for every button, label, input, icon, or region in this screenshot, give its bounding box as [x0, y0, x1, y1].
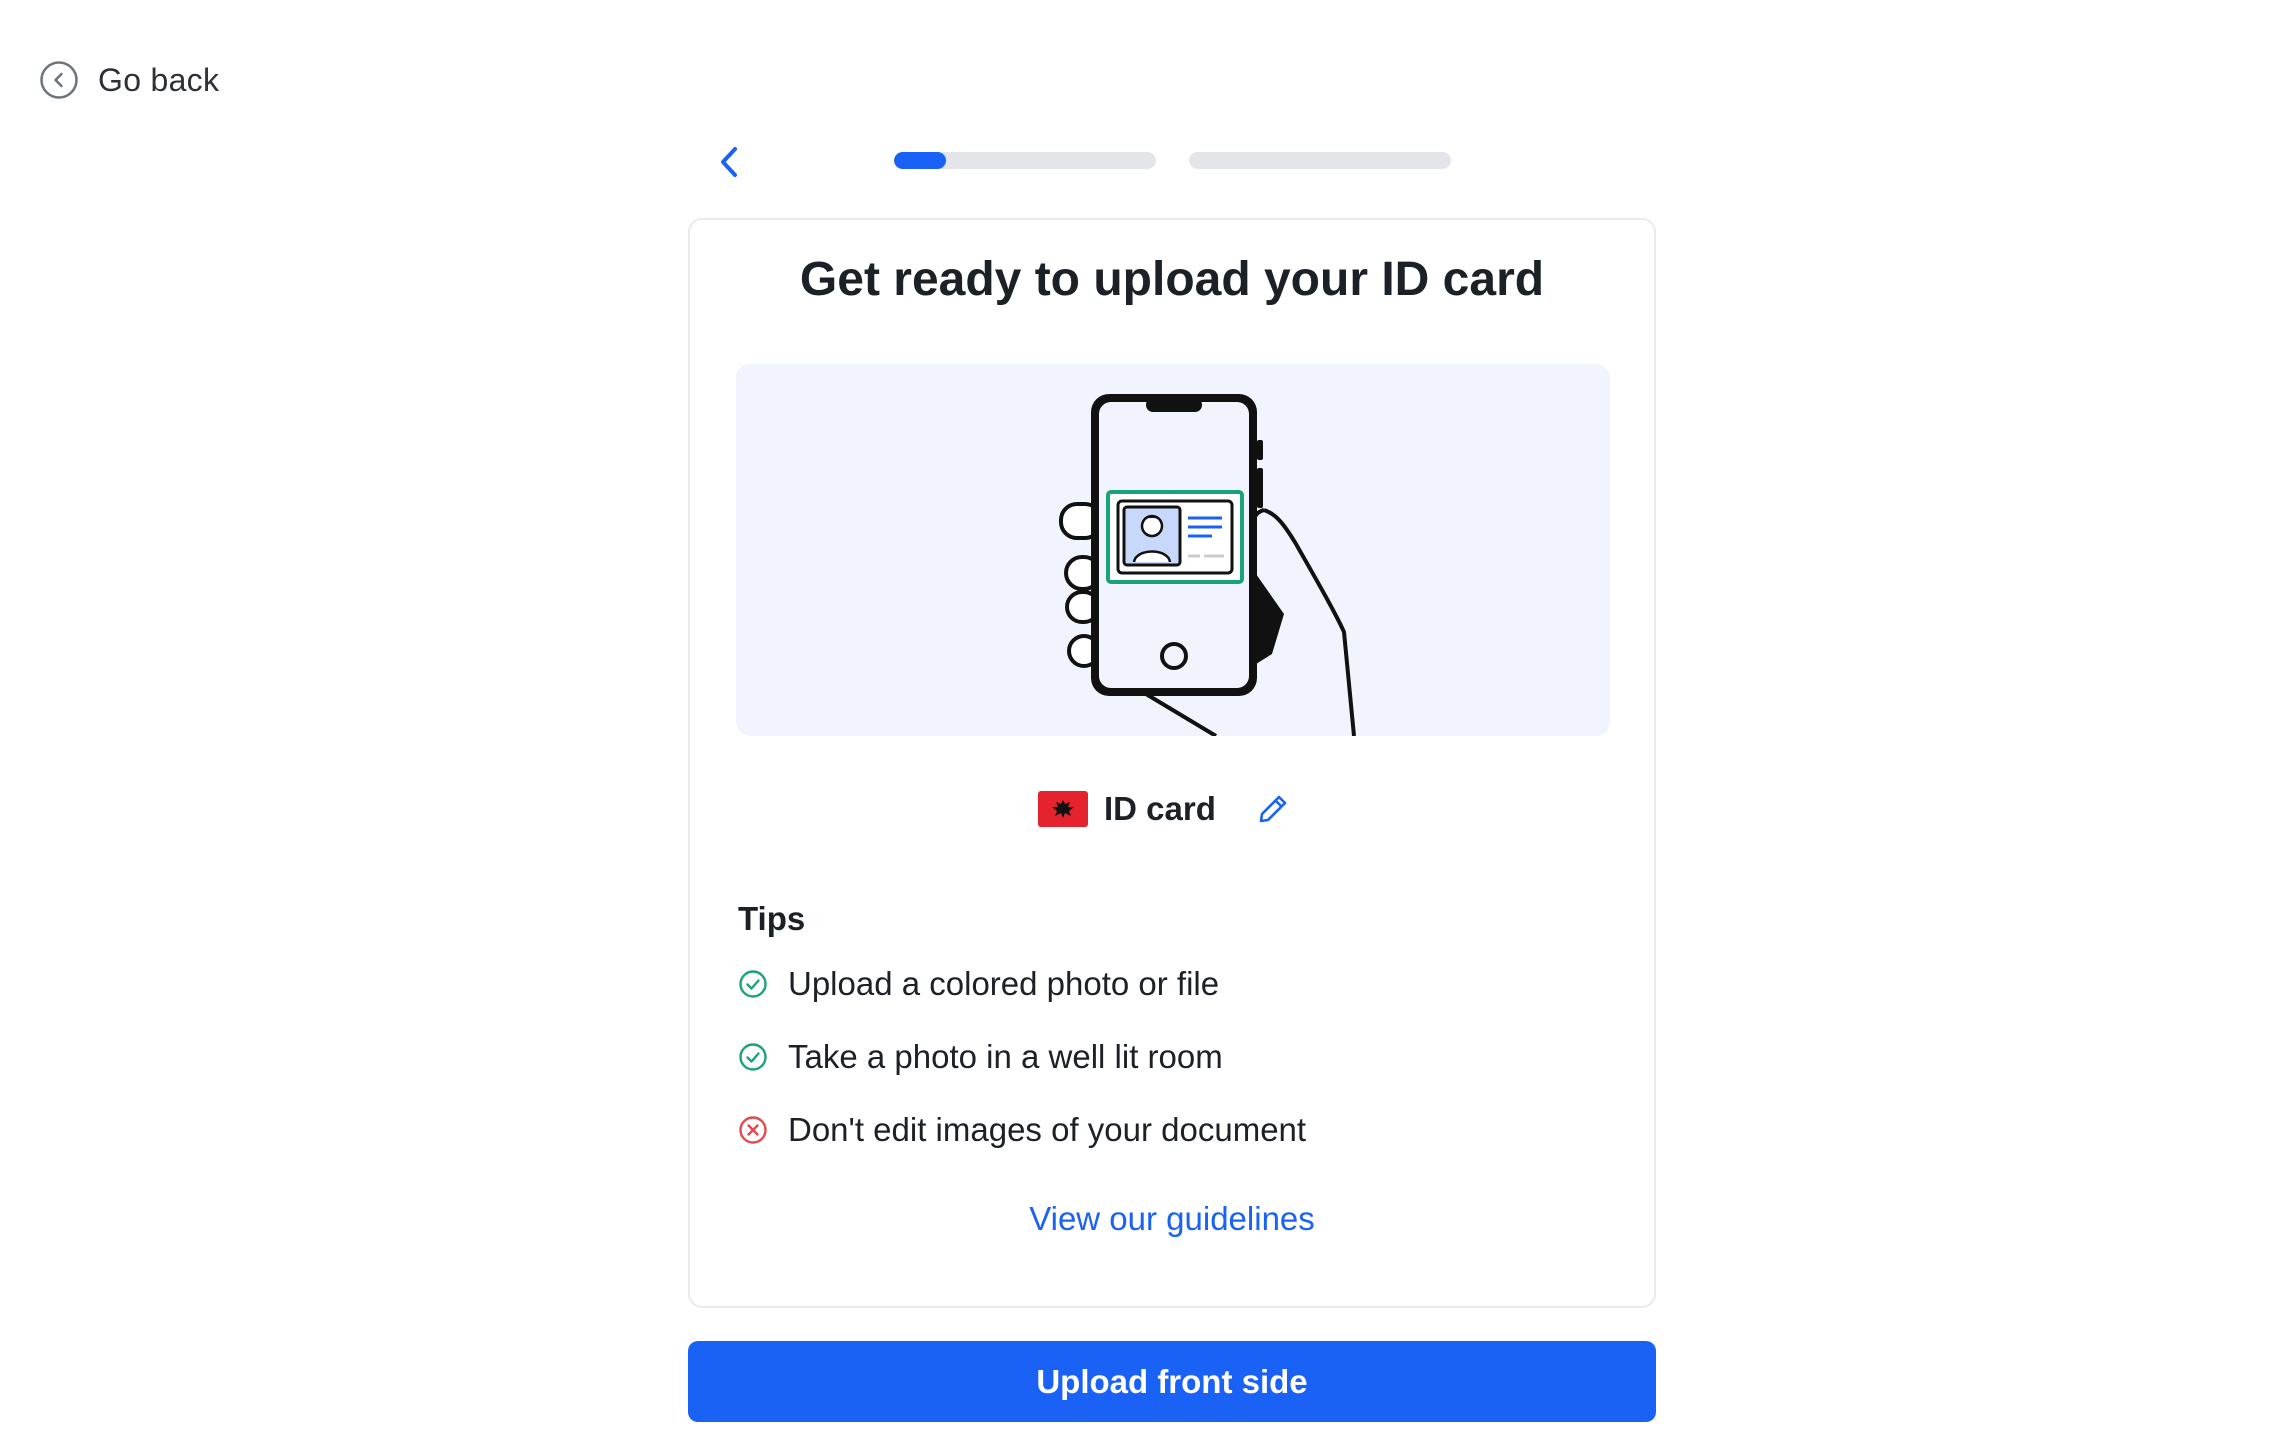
tip-item: Upload a colored photo or file — [738, 962, 1219, 1006]
step-back-button[interactable] — [709, 142, 749, 182]
tip-item: Don't edit images of your document — [738, 1108, 1306, 1152]
edit-document-type-button[interactable] — [1256, 792, 1290, 826]
upload-front-side-button[interactable]: Upload front side — [688, 1341, 1656, 1422]
go-back-button[interactable]: Go back — [40, 58, 219, 102]
phone-scanning-id-icon — [1059, 394, 1356, 736]
document-type-label: ID card — [1104, 790, 1216, 827]
view-guidelines-link[interactable]: View our guidelines — [688, 1200, 1656, 1238]
check-circle-icon — [739, 970, 767, 998]
go-back-label: Go back — [98, 61, 220, 98]
chevron-left-circle-icon — [40, 61, 78, 99]
x-circle-icon — [739, 1116, 767, 1144]
pencil-icon — [1259, 795, 1287, 823]
tip-text: Take a photo in a well lit room — [788, 1038, 1223, 1075]
progress-step-2 — [1189, 152, 1451, 169]
progress-step-1 — [894, 152, 1156, 169]
albania-flag-icon — [1038, 791, 1088, 827]
document-type: ID card — [1038, 786, 1290, 832]
page-title: Get ready to upload your ID card — [799, 253, 1545, 306]
check-circle-icon — [739, 1043, 767, 1071]
chevron-left-icon — [721, 147, 737, 177]
tips-heading: Tips — [738, 900, 806, 937]
tip-text: Upload a colored photo or file — [788, 965, 1220, 1002]
id-card-illustration — [736, 364, 1610, 736]
eagle-icon — [1052, 800, 1074, 818]
progress-step-1-fill — [894, 152, 947, 169]
tip-text: Don't edit images of your document — [788, 1111, 1307, 1148]
tip-item: Take a photo in a well lit room — [738, 1035, 1223, 1079]
